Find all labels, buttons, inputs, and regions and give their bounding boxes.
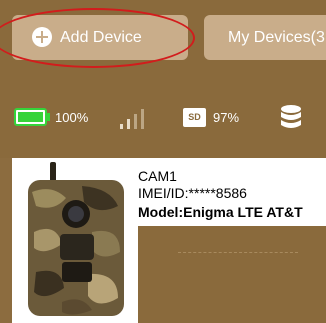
database-icon[interactable] (280, 104, 302, 130)
battery-tip (47, 113, 50, 121)
battery-icon (14, 108, 47, 126)
status-bar: 100% SD 97% (0, 70, 326, 158)
device-name: CAM1 (138, 168, 177, 184)
device-card-footer (138, 226, 326, 323)
device-card[interactable]: CAM1 IMEI/ID:*****8586 Model:Enigma LTE … (12, 158, 326, 323)
my-devices-label: My Devices(3 (228, 29, 325, 46)
tab-bar: Add Device My Devices(3 (0, 0, 326, 70)
app-screen: Add Device My Devices(3 100% SD 97% CAM1… (0, 0, 326, 323)
add-circle-icon (32, 27, 52, 47)
trail-camera-image (22, 162, 130, 320)
device-imei: IMEI/ID:*****8586 (138, 185, 247, 201)
sd-card-icon: SD (183, 108, 206, 127)
sd-percent: 97% (213, 110, 240, 125)
add-device-label: Add Device (60, 29, 142, 46)
signal-strength-icon (120, 107, 150, 129)
device-model: Model:Enigma LTE AT&T (138, 204, 303, 220)
add-device-tab[interactable]: Add Device (12, 15, 188, 60)
divider (178, 252, 298, 254)
battery-level-fill (18, 112, 43, 122)
battery-percent: 100% (55, 110, 89, 125)
my-devices-tab[interactable]: My Devices(3 (204, 15, 326, 60)
